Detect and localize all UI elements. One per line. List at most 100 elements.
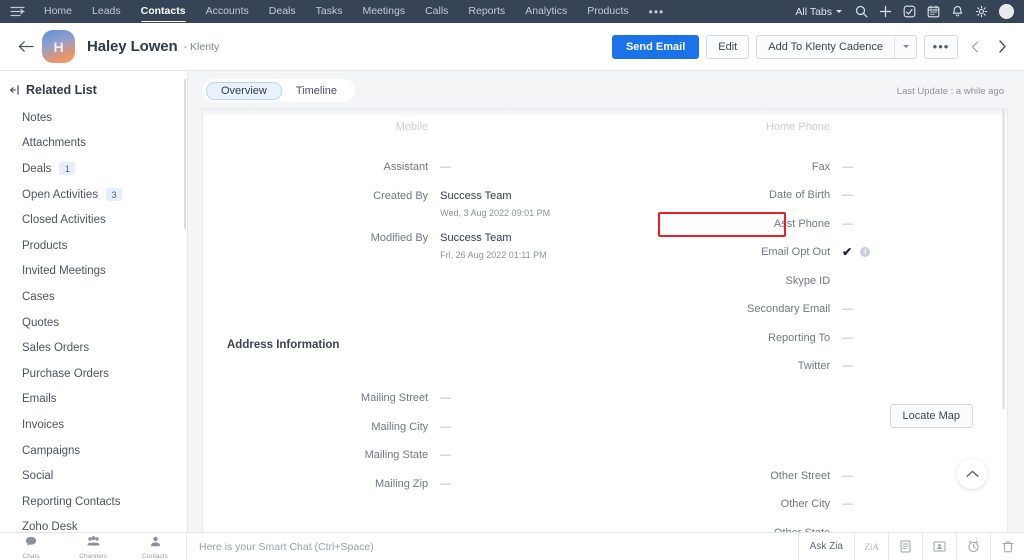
sidebar-item-purchase-orders[interactable]: Purchase Orders	[0, 361, 187, 387]
sidebar-item-sales-orders[interactable]: Sales Orders	[0, 335, 187, 361]
all-tabs-dropdown[interactable]: All Tabs	[789, 6, 848, 18]
nav-item-accounts[interactable]: Accounts	[196, 0, 259, 23]
sidebar-item-products[interactable]: Products	[0, 233, 187, 259]
nav-item-leads[interactable]: Leads	[82, 0, 131, 23]
field-label: Twitter	[797, 360, 831, 372]
nav-item-analytics[interactable]: Analytics	[515, 0, 577, 23]
sidebar-item-zoho-desk[interactable]: Zoho Desk	[0, 515, 187, 532]
sidebar-item-deals[interactable]: Deals 1	[0, 156, 187, 182]
more-actions-button[interactable]: •••	[924, 34, 958, 59]
nav-item-products[interactable]: Products	[577, 0, 638, 23]
field-row-twitter: Twitter —	[605, 357, 1007, 386]
search-icon[interactable]	[850, 0, 872, 23]
plus-icon[interactable]	[874, 0, 896, 23]
sidebar-item-invoices[interactable]: Invoices	[0, 412, 187, 438]
sidebar-item-reporting-contacts[interactable]: Reporting Contacts	[0, 489, 187, 515]
modified-by-user[interactable]: Success Team	[440, 231, 605, 246]
chevron-right-icon[interactable]	[992, 35, 1012, 59]
send-email-button[interactable]: Send Email	[611, 34, 700, 59]
field-value[interactable]: —	[440, 389, 605, 406]
tab-overview[interactable]: Overview	[206, 81, 282, 100]
sidebar-item-attachments[interactable]: Attachments	[0, 131, 187, 157]
sidebar-item-quotes[interactable]: Quotes	[0, 310, 187, 336]
channels-label: Channels	[79, 552, 107, 560]
field-value[interactable]: —	[440, 158, 605, 175]
sidebar-item-cases[interactable]: Cases	[0, 284, 187, 310]
nav-item-tasks[interactable]: Tasks	[306, 0, 353, 23]
related-list-title: Related List	[26, 83, 97, 97]
edit-button[interactable]: Edit	[706, 34, 750, 59]
field-row-mailing-state: Mailing State —	[203, 446, 605, 475]
bell-icon[interactable]	[946, 0, 968, 23]
locate-map-button[interactable]: Locate Map	[889, 404, 973, 428]
field-value[interactable]: —	[842, 300, 1007, 317]
panel-scrollbar[interactable]	[1002, 109, 1005, 409]
field-value[interactable]: —	[842, 495, 1007, 512]
activity-check-icon[interactable]	[898, 0, 920, 23]
created-by-user[interactable]: Success Team	[440, 189, 605, 204]
sidebar-item-invited-meetings[interactable]: Invited Meetings	[0, 259, 187, 285]
nav-overflow-button[interactable]: •••	[639, 3, 675, 21]
trash-icon[interactable]	[990, 532, 1024, 560]
add-to-klenty-cadence-button[interactable]: Add To Klenty Cadence	[756, 34, 917, 59]
sidebar-item-label: Invoices	[22, 418, 65, 431]
field-row-date-of-birth: Date of Birth —	[605, 186, 1007, 215]
smart-chat-input[interactable]: Here is your Smart Chat (Ctrl+Space)	[187, 541, 798, 553]
tab-timeline[interactable]: Timeline	[282, 82, 351, 100]
sidebar-item-label: Attachments	[22, 137, 86, 150]
field-label: Home Phone	[765, 121, 831, 133]
card-icon[interactable]	[922, 532, 956, 560]
ask-zia-button[interactable]: Ask Zia	[797, 532, 854, 560]
gear-icon[interactable]	[970, 0, 992, 23]
sidebar-item-open-activities[interactable]: Open Activities 3	[0, 182, 187, 208]
nav-item-calls[interactable]: Calls	[415, 0, 458, 23]
field-value[interactable]	[842, 272, 1007, 274]
detail-tab-bar: Overview Timeline Last Update : a while …	[188, 71, 1024, 111]
chats-button[interactable]: Chats	[0, 533, 62, 560]
field-value[interactable]: —	[440, 418, 605, 435]
nav-item-reports[interactable]: Reports	[458, 0, 515, 23]
nav-item-deals[interactable]: Deals	[259, 0, 306, 23]
bottom-right-actions: Ask Zia ZiA	[797, 532, 1024, 560]
info-icon[interactable]: i	[860, 247, 871, 257]
hamburger-icon[interactable]	[0, 6, 34, 17]
field-value[interactable]: —	[440, 475, 605, 492]
field-row-mailing-street: Mailing Street —	[203, 389, 605, 418]
sidebar-scrollbar[interactable]	[184, 79, 186, 229]
channels-button[interactable]: Channels	[62, 533, 124, 560]
collapse-panel-icon[interactable]	[10, 85, 19, 95]
modified-by-timestamp: Fri, 26 Aug 2022 01:11 PM	[440, 250, 547, 260]
sidebar-item-label: Purchase Orders	[22, 367, 109, 380]
reminder-icon[interactable]	[956, 532, 990, 560]
notes-icon[interactable]	[888, 532, 922, 560]
user-avatar[interactable]	[999, 4, 1014, 19]
contacts-button[interactable]: Contacts	[124, 533, 186, 560]
field-row-home-phone-cutoff: Home Phone	[605, 118, 1007, 147]
field-row-secondary-email: Secondary Email —	[605, 300, 1007, 329]
sidebar-item-notes[interactable]: Notes	[0, 105, 187, 131]
scroll-to-top-button[interactable]	[957, 459, 987, 489]
field-value[interactable]: —	[440, 446, 605, 463]
sidebar-item-label: Sales Orders	[22, 342, 90, 355]
field-value[interactable]: —	[842, 329, 1007, 346]
sidebar-item-label: Zoho Desk	[22, 521, 78, 532]
back-arrow-icon[interactable]	[14, 35, 38, 59]
sidebar-item-emails[interactable]: Emails	[0, 387, 187, 413]
nav-item-home[interactable]: Home	[34, 0, 82, 23]
calendar-icon[interactable]	[922, 0, 944, 23]
field-value[interactable]: —	[842, 215, 1007, 232]
zia-icon[interactable]: ZiA	[854, 532, 888, 560]
field-value[interactable]: —	[842, 186, 1007, 203]
nav-item-contacts[interactable]: Contacts	[131, 0, 196, 23]
chevron-left-icon[interactable]	[965, 35, 985, 59]
sidebar-item-label: Notes	[22, 111, 53, 124]
nav-item-meetings[interactable]: Meetings	[352, 0, 415, 23]
email-opt-out-value[interactable]: ✔ i	[842, 245, 1007, 258]
sidebar-item-social[interactable]: Social	[0, 463, 187, 489]
field-value[interactable]: —	[842, 158, 1007, 175]
field-label: Mobile	[395, 121, 429, 133]
sidebar-item-closed-activities[interactable]: Closed Activities	[0, 207, 187, 233]
field-value[interactable]: —	[842, 357, 1007, 374]
chevron-down-icon[interactable]	[894, 35, 916, 58]
sidebar-item-campaigns[interactable]: Campaigns	[0, 438, 187, 464]
